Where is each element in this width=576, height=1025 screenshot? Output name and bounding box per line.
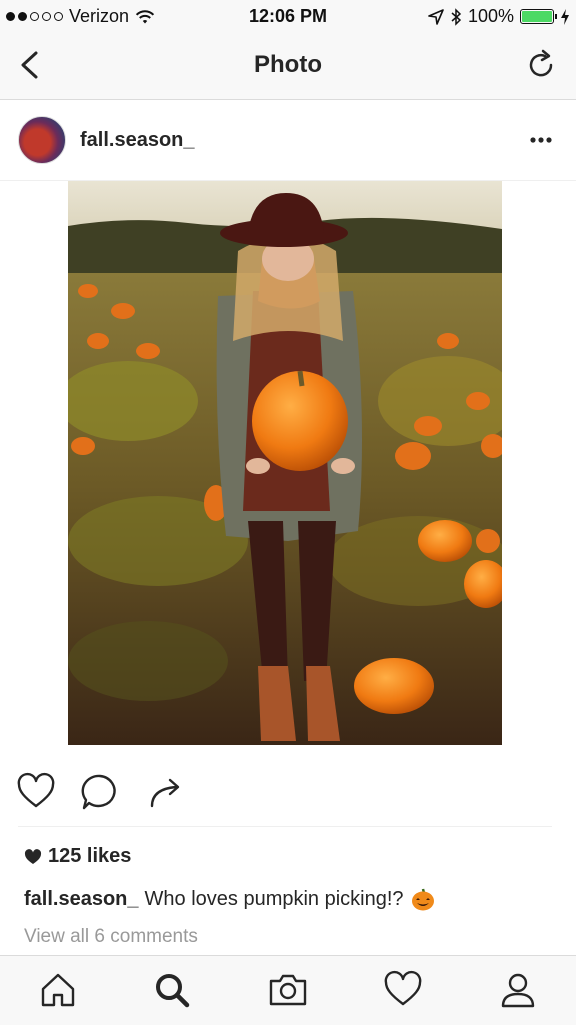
refresh-icon[interactable] xyxy=(524,48,558,82)
bluetooth-icon xyxy=(451,7,462,26)
jack-o-lantern-icon xyxy=(411,888,434,911)
caption: fall.season_ Who loves pumpkin picking!? xyxy=(24,886,436,912)
charging-bolt-icon xyxy=(561,8,569,25)
more-options-icon[interactable] xyxy=(526,126,556,154)
caption-username[interactable]: fall.season_ xyxy=(24,888,139,911)
share-icon[interactable] xyxy=(146,772,186,812)
home-icon[interactable] xyxy=(38,970,78,1010)
profile-icon[interactable] xyxy=(498,970,538,1010)
avatar[interactable] xyxy=(18,116,66,164)
battery-icon xyxy=(520,9,557,24)
post-header: fall.season_ xyxy=(0,100,576,181)
location-arrow-icon xyxy=(428,8,444,25)
status-right: 100% xyxy=(428,6,570,27)
like-heart-icon[interactable] xyxy=(16,772,56,812)
activity-heart-icon[interactable] xyxy=(383,970,423,1010)
divider xyxy=(18,826,552,827)
battery-percent: 100% xyxy=(467,6,514,26)
like-count[interactable]: 125 likes xyxy=(24,845,131,868)
tab-bar xyxy=(0,955,576,1025)
like-count-text: 125 likes xyxy=(48,845,132,867)
caption-text: Who loves pumpkin picking!? xyxy=(144,887,404,910)
camera-icon[interactable] xyxy=(268,970,308,1010)
post-username[interactable]: fall.season_ xyxy=(80,129,195,152)
comment-icon[interactable] xyxy=(80,772,120,812)
post-photo[interactable] xyxy=(68,181,502,745)
pumpkin-patch-image xyxy=(68,181,502,745)
status-bar: Verizon 12:06 PM 100% xyxy=(0,0,576,32)
heart-filled-icon xyxy=(24,848,42,864)
navigation-bar: Photo xyxy=(0,32,576,100)
view-comments-link[interactable]: View all 6 comments xyxy=(24,926,198,948)
page-title: Photo xyxy=(254,51,322,78)
post-action-bar xyxy=(0,772,576,816)
search-icon[interactable] xyxy=(152,970,192,1010)
